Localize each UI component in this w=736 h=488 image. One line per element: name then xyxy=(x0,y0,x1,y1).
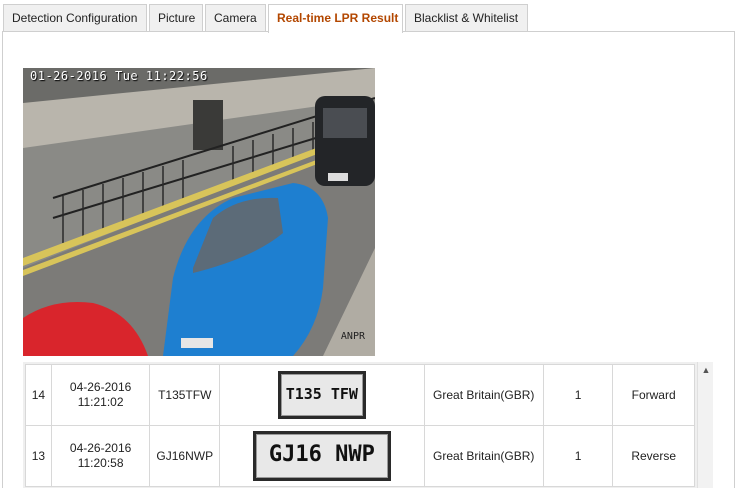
table-row[interactable]: 14 04-26-2016 11:21:02 T135TFW T135 TFW G… xyxy=(25,364,695,426)
row-datetime: 04-26-2016 11:20:58 xyxy=(50,425,151,487)
table-row[interactable]: 13 04-26-2016 11:20:58 GJ16NWP GJ16 NWP G… xyxy=(25,425,695,487)
row-plate-image-cell: T135 TFW xyxy=(219,364,425,426)
row-count: 1 xyxy=(542,425,614,487)
row-index: 13 xyxy=(25,425,52,487)
plate-image[interactable]: GJ16 NWP xyxy=(252,431,391,481)
tab-detection-configuration[interactable]: Detection Configuration xyxy=(3,4,147,32)
row-time: 11:21:02 xyxy=(77,395,124,409)
tab-blacklist-whitelist[interactable]: Blacklist & Whitelist xyxy=(405,4,528,32)
row-datetime: 04-26-2016 11:21:02 xyxy=(50,364,151,426)
tab-camera[interactable]: Camera xyxy=(205,4,266,32)
row-index: 14 xyxy=(25,364,52,426)
row-country: Great Britain(GBR) xyxy=(423,364,544,426)
lpr-results-table: 14 04-26-2016 11:21:02 T135TFW T135 TFW G… xyxy=(25,364,695,487)
street-scene-image xyxy=(23,68,375,356)
row-direction: Reverse xyxy=(612,425,695,487)
row-date: 04-26-2016 xyxy=(69,441,132,455)
live-video-view: 01-26-2016 Tue 11:22:56 ANPR xyxy=(23,68,375,356)
tab-picture[interactable]: Picture xyxy=(149,4,203,32)
row-country: Great Britain(GBR) xyxy=(423,425,544,487)
tab-bar: Detection Configuration Picture Camera R… xyxy=(0,0,736,33)
lpr-results-table-container: 14 04-26-2016 11:21:02 T135TFW T135 TFW G… xyxy=(23,362,713,488)
video-timestamp: 01-26-2016 Tue 11:22:56 xyxy=(30,69,208,83)
tab-real-time-lpr-result[interactable]: Real-time LPR Result xyxy=(268,4,403,33)
row-plate-image-cell: GJ16 NWP xyxy=(219,425,425,487)
row-plate-number: GJ16NWP xyxy=(149,425,221,487)
row-plate-number: T135TFW xyxy=(149,364,221,426)
row-date: 04-26-2016 xyxy=(69,380,132,394)
row-count: 1 xyxy=(542,364,614,426)
row-time: 11:20:58 xyxy=(77,456,124,470)
table-scrollbar[interactable]: ▲ xyxy=(697,362,713,488)
scroll-up-arrow-icon[interactable]: ▲ xyxy=(698,362,714,378)
video-watermark: ANPR xyxy=(340,331,365,342)
row-direction: Forward xyxy=(612,364,695,426)
plate-image[interactable]: T135 TFW xyxy=(277,371,366,419)
